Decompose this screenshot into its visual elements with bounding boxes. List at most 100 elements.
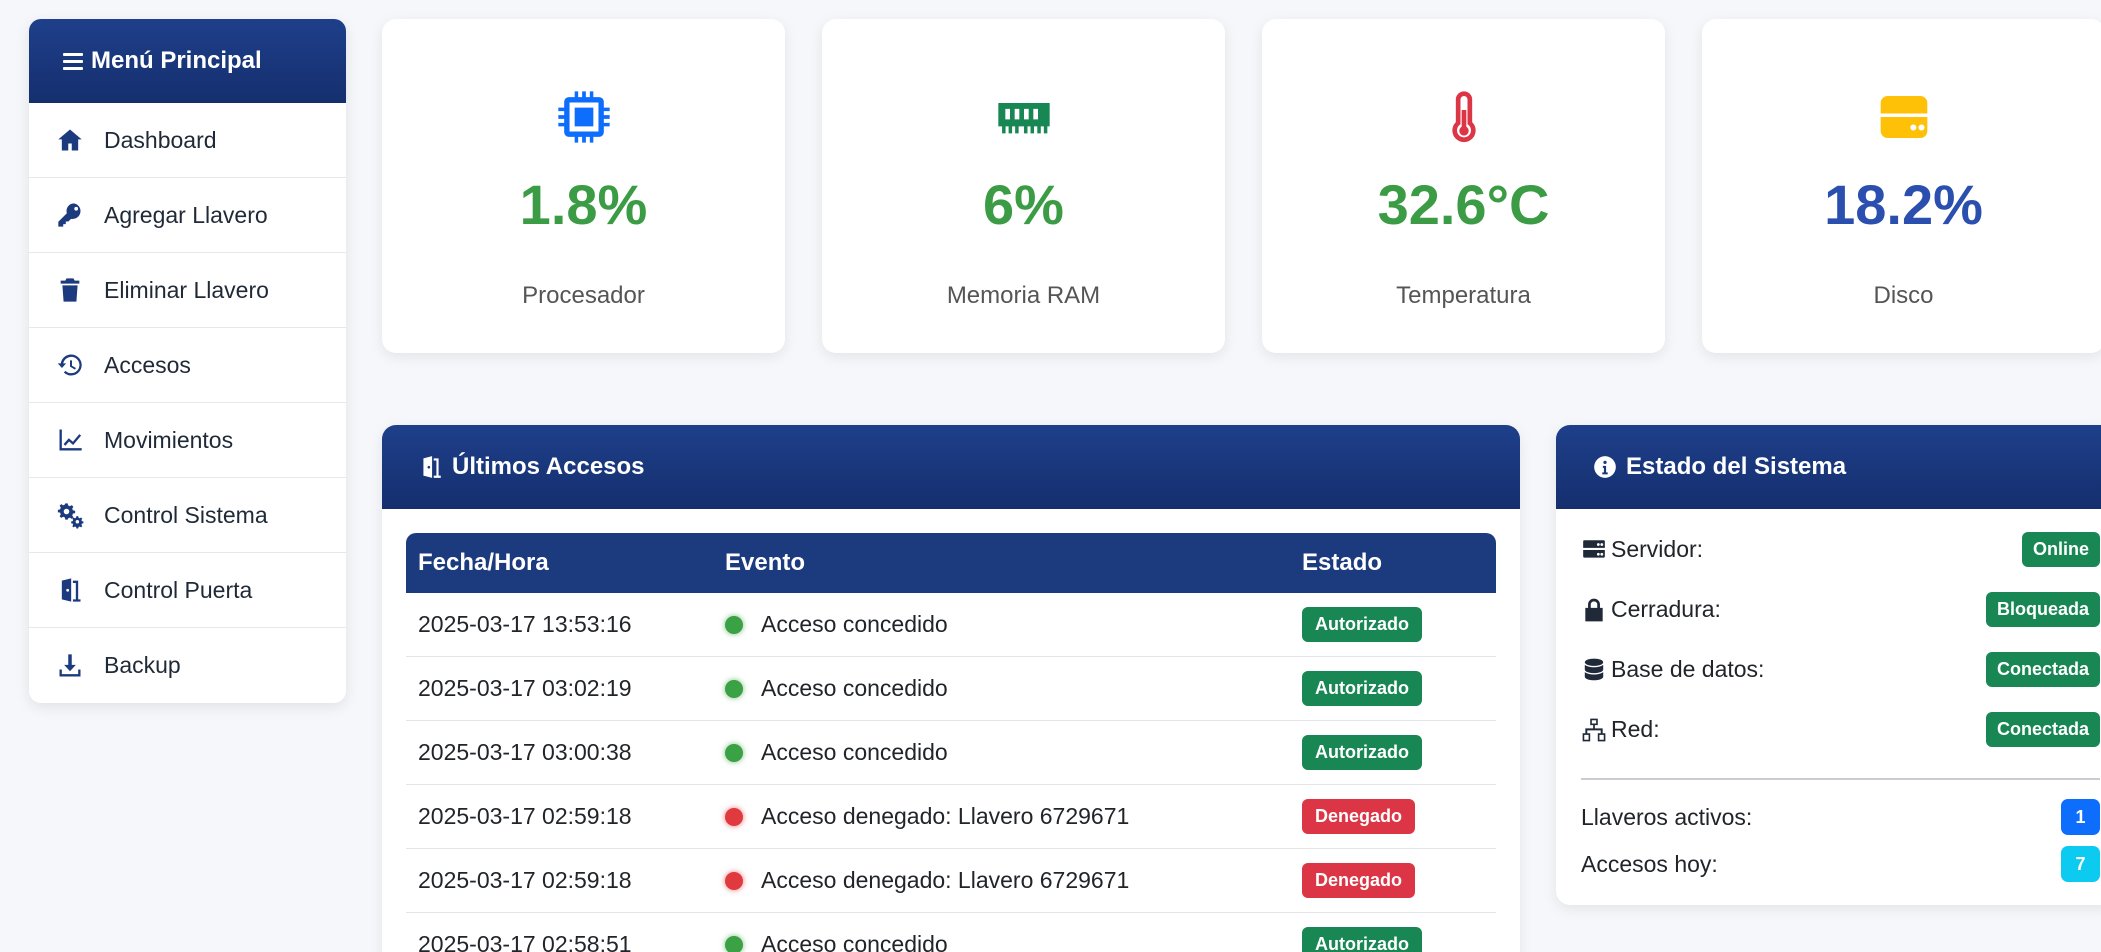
sidebar-item-label: Control Puerta [104, 576, 253, 603]
sidebar-header: Menú Principal [29, 19, 346, 103]
system-label: Cerradura: [1611, 596, 1721, 622]
system-label: Servidor: [1611, 536, 1704, 562]
sidebar-title: Menú Principal [91, 47, 262, 74]
temperature-card: 32.6°C Temperatura [1262, 19, 1665, 353]
chart-line-icon [56, 426, 96, 454]
counter-label: Llaveros activos: [1581, 803, 1753, 830]
cpu-label: Procesador [522, 282, 645, 309]
counter-label: Accesos hoy: [1581, 850, 1718, 877]
status-dot-icon [725, 615, 743, 634]
sidebar-item-eliminar-llavero[interactable]: Eliminar Llavero [29, 253, 346, 328]
sidebar-item-agregar-llavero[interactable]: Agregar Llavero [29, 178, 346, 253]
status-badge: Bloqueada [1985, 592, 2100, 627]
menu-icon [63, 52, 83, 70]
status-badge: Conectada [1985, 652, 2100, 687]
row-event: Acceso denegado: Llavero 6729671 [761, 867, 1130, 893]
system-row-cerradura: Cerradura: Bloqueada [1581, 592, 2100, 627]
status-badge: Denegado [1302, 799, 1416, 834]
hdd-icon [1702, 89, 2101, 145]
row-event: Acceso concedido [761, 675, 948, 701]
download-icon [56, 652, 96, 680]
status-badge: Autorizado [1302, 927, 1422, 952]
system-row-red: Red: Conectada [1581, 712, 2100, 747]
cpu-card: 1.8% Procesador [382, 19, 785, 353]
database-icon [1584, 658, 1604, 680]
table-row: 2025-03-17 02:59:18 Acceso denegado: Lla… [406, 849, 1496, 913]
server-icon [1583, 539, 1605, 558]
row-datetime: 2025-03-17 02:59:18 [418, 867, 632, 893]
system-status-title: Estado del Sistema [1626, 453, 1847, 480]
status-dot-icon [725, 679, 743, 698]
status-badge: Autorizado [1302, 671, 1422, 706]
status-badge: Autorizado [1302, 735, 1422, 770]
status-badge: Conectada [1985, 712, 2100, 747]
table-row: 2025-03-17 03:00:38 Acceso concedido Aut… [406, 721, 1496, 785]
memory-icon [822, 89, 1225, 145]
status-dot-icon [725, 743, 743, 762]
sidebar-item-label: Movimientos [104, 426, 234, 453]
accesses-table: Fecha/Hora Evento Estado 2025-03-17 13:5… [406, 533, 1496, 952]
ram-card: 6% Memoria RAM [822, 19, 1225, 353]
row-event: Acceso concedido [761, 931, 948, 952]
status-dot-icon [725, 807, 743, 826]
system-row-base-de-datos: Base de datos: Conectada [1581, 652, 2100, 687]
sidebar-item-label: Backup [104, 652, 181, 678]
row-datetime: 2025-03-17 13:53:16 [418, 611, 632, 637]
counter-accesos-hoy: Accesos hoy: 7 [1581, 846, 2100, 882]
table-row: 2025-03-17 02:59:18 Acceso denegado: Lla… [406, 785, 1496, 849]
thermometer-icon [1262, 89, 1665, 145]
sidebar-item-control-sistema[interactable]: Control Sistema [29, 478, 346, 553]
system-status-header: Estado del Sistema [1556, 425, 2101, 509]
sidebar: Menú Principal Dashboard Agregar Llavero… [29, 19, 346, 703]
status-badge: Autorizado [1302, 607, 1422, 642]
divider [1581, 778, 2100, 780]
sidebar-item-movimientos[interactable]: Movimientos [29, 403, 346, 478]
sidebar-item-label: Accesos [104, 351, 191, 378]
lock-icon [1585, 598, 1603, 621]
accesses-panel: Últimos Accesos Fecha/Hora Evento Estado… [382, 425, 1520, 952]
history-icon [56, 351, 96, 379]
sidebar-item-dashboard[interactable]: Dashboard [29, 103, 346, 178]
trash-icon [56, 276, 96, 304]
status-dot-icon [725, 935, 743, 952]
ram-value: 6% [983, 173, 1064, 236]
sidebar-item-label: Dashboard [104, 126, 217, 153]
table-header: Fecha/Hora Evento Estado [406, 533, 1496, 593]
counter-badge: 1 [2061, 799, 2100, 835]
row-event: Acceso denegado: Llavero 6729671 [761, 803, 1130, 829]
system-row-servidor: Servidor: Online [1581, 532, 2100, 567]
info-icon [1594, 456, 1616, 478]
system-status-panel: Estado del Sistema Servidor: Online Cerr… [1556, 425, 2101, 905]
sidebar-item-accesos[interactable]: Accesos [29, 328, 346, 403]
row-datetime: 2025-03-17 03:00:38 [418, 739, 632, 765]
table-row: 2025-03-17 13:53:16 Acceso concedido Aut… [406, 593, 1496, 657]
col-fecha-hora: Fecha/Hora [418, 549, 549, 576]
sidebar-item-label: Control Sistema [104, 501, 268, 528]
table-row: 2025-03-17 03:02:19 Acceso concedido Aut… [406, 657, 1496, 721]
status-badge: Online [2021, 532, 2100, 567]
temperature-value: 32.6°C [1377, 173, 1550, 236]
row-event: Acceso concedido [761, 611, 948, 637]
sidebar-item-label: Agregar Llavero [104, 201, 268, 228]
status-badge: Denegado [1302, 863, 1416, 898]
disk-value: 18.2% [1824, 173, 1983, 236]
row-datetime: 2025-03-17 03:02:19 [418, 675, 632, 701]
cpu-value: 1.8% [519, 173, 648, 236]
gears-icon [56, 501, 96, 529]
key-icon [56, 201, 96, 229]
accesses-header: Últimos Accesos [382, 425, 1520, 509]
sidebar-item-backup[interactable]: Backup [29, 628, 346, 703]
counter-badge: 7 [2061, 846, 2100, 882]
disk-label: Disco [1873, 282, 1934, 309]
system-label: Red: [1611, 716, 1660, 742]
sidebar-item-label: Eliminar Llavero [104, 276, 269, 303]
system-label: Base de datos: [1611, 656, 1765, 682]
row-event: Acceso concedido [761, 739, 948, 765]
cpu-icon [382, 89, 785, 145]
row-datetime: 2025-03-17 02:58:51 [418, 931, 632, 952]
counter-llaveros-activos: Llaveros activos: 1 [1581, 799, 2100, 835]
door-icon [56, 576, 96, 604]
sidebar-item-control-puerta[interactable]: Control Puerta [29, 553, 346, 628]
status-dot-icon [725, 871, 743, 890]
table-row: 2025-03-17 02:58:51 Acceso concedido Aut… [406, 913, 1496, 952]
